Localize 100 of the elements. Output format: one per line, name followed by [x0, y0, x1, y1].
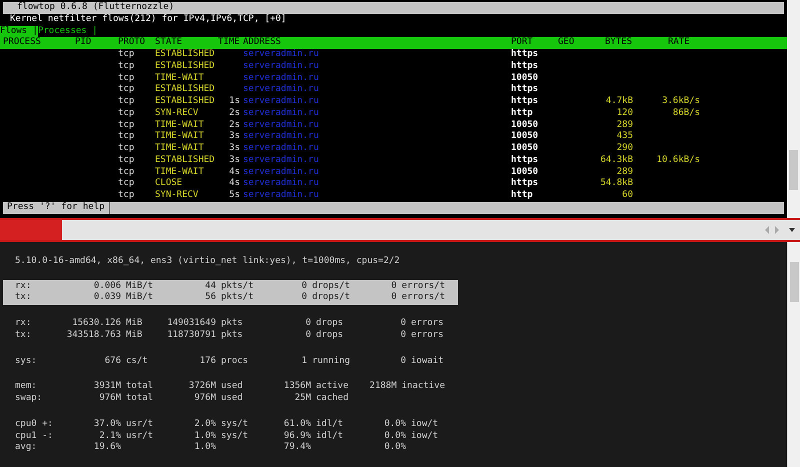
stat-value: 976M [99, 393, 121, 405]
stat-value: 0.0% [384, 442, 406, 454]
column-header: PROCESS [3, 37, 42, 49]
state-cell-text: TIME-WAIT [155, 166, 204, 178]
stat-unit: total [125, 393, 154, 405]
stat-unit: iow/t [410, 430, 438, 442]
address-cell-text: serveradmin.ru [243, 120, 319, 131]
stat-unit: cs/t [125, 356, 148, 368]
bytes-cell: 290 [616, 143, 633, 155]
stat-unit: errors/t [400, 292, 445, 304]
stat-unit: errors [410, 318, 444, 330]
stat-unit: running [311, 356, 350, 368]
tab[interactable]: Flows | [0, 26, 38, 38]
row-label: mem: [15, 381, 37, 393]
scrollbar-thumb[interactable] [789, 150, 798, 190]
stat-value: 19.6% [94, 442, 121, 454]
stat-value: 976M [194, 393, 216, 405]
stat-unit: errors [410, 330, 444, 342]
tab[interactable]: Processes | [38, 26, 98, 38]
bytes-cell: 54.8kB [600, 178, 633, 190]
address-cell-text: serveradmin.ru [243, 166, 319, 178]
flow-summary: Kernel netfilter flows(212) for IPv4,IPv6,TCP, [+0] [9, 14, 288, 26]
column-header: RATE [668, 37, 691, 49]
port-cell-text: 10050 [511, 120, 538, 131]
stat-value: 676 [104, 356, 121, 368]
state-cell: SYN-RECV [155, 108, 198, 120]
stat-unit: total [125, 381, 154, 393]
scrollbar-thumb[interactable] [790, 262, 799, 302]
stat-value: 0 [391, 280, 397, 292]
stat-value: 0.006 [94, 280, 121, 292]
address-cell: serveradmin.ru [243, 84, 319, 96]
port-cell-text: 10050 [511, 166, 538, 178]
column-header: PORT [511, 37, 534, 49]
stat-value: 37.0% [94, 418, 121, 430]
stat-unit: active [315, 381, 349, 393]
protocol-cell-text: tcp [118, 49, 136, 61]
stat-value: 0 [302, 280, 308, 292]
bytes-cell: 4.7kB [606, 96, 633, 108]
stat-value: 0 [302, 292, 308, 304]
scrollbar[interactable] [787, 0, 800, 218]
address-cell: serveradmin.ru [243, 49, 319, 61]
protocol-cell-text: tcp [118, 178, 136, 190]
column-header: TIME [218, 37, 241, 49]
bytes-cell: 64.3kB [600, 154, 633, 166]
port-cell: http [511, 190, 533, 202]
stat-value: 56 [205, 292, 216, 304]
time-cell-text: 2s [229, 120, 240, 131]
stat-value: 1.0% [194, 442, 216, 454]
row-label: swap: [15, 393, 42, 405]
address-cell-text: serveradmin.ru [243, 72, 319, 84]
stat-value: 0.0% [384, 430, 406, 442]
stat-unit: drops [315, 330, 344, 342]
bytes-cell-text: 289 [616, 166, 633, 178]
stat-unit: sys/t [220, 418, 248, 430]
stat-value: 2.1% [99, 430, 121, 442]
stat-unit: used [220, 381, 243, 393]
time-cell: 4s [229, 178, 240, 190]
address-cell: serveradmin.ru [243, 178, 319, 190]
stat-unit: errors/t [400, 280, 445, 292]
scroll-arrows-icon[interactable] [765, 226, 779, 234]
row-label: avg: [15, 442, 37, 454]
port-cell: https [511, 84, 538, 96]
bytes-cell: 435 [616, 131, 633, 143]
stat-unit: procs [220, 356, 248, 368]
dropdown-caret-icon[interactable] [789, 228, 795, 232]
stat-unit: inactive [400, 381, 445, 393]
stat-value: 2.0% [194, 418, 216, 430]
state-cell: TIME-WAIT [155, 131, 204, 143]
stat-unit: MiB/t [125, 292, 154, 304]
stat-unit: drops [315, 318, 344, 330]
stat-unit: idl/t [315, 418, 344, 430]
stat-value: 15630.126 [72, 318, 121, 330]
stat-value: 61.0% [284, 418, 311, 430]
stat-unit: idl/t [315, 430, 344, 442]
address-cell: serveradmin.ru [243, 96, 319, 108]
protocol-cell-text: tcp [118, 120, 136, 132]
stat-value: 79.4% [284, 442, 311, 454]
stat-value: 44 [205, 280, 216, 292]
stat-value: 0 [306, 330, 311, 342]
time-cell: 2s [229, 108, 240, 120]
stat-unit: sys/t [220, 430, 248, 442]
row-label: rx: [15, 318, 32, 330]
time-cell: 3s [229, 131, 240, 143]
tab-placeholder[interactable] [0, 220, 62, 240]
stat-value: 149031649 [167, 318, 216, 330]
state-cell: TIME-WAIT [155, 143, 204, 155]
address-cell: serveradmin.ru [243, 131, 319, 143]
protocol-cell-text: tcp [118, 190, 136, 202]
stat-value: 0 [306, 318, 311, 330]
stat-value: 0.0% [384, 418, 406, 430]
stat-value: 3726M [188, 381, 216, 393]
column-header: BYTES [605, 37, 634, 49]
stat-unit: drops/t [311, 280, 350, 292]
stat-value: 96.9% [284, 430, 311, 442]
address-cell: serveradmin.ru [243, 60, 319, 72]
port-cell-text: 10050 [511, 72, 538, 84]
state-cell: ESTABLISHED [155, 49, 215, 61]
scrollbar[interactable] [787, 242, 800, 467]
column-header: PROTO [118, 37, 146, 49]
address-cell: serveradmin.ru [243, 108, 319, 120]
